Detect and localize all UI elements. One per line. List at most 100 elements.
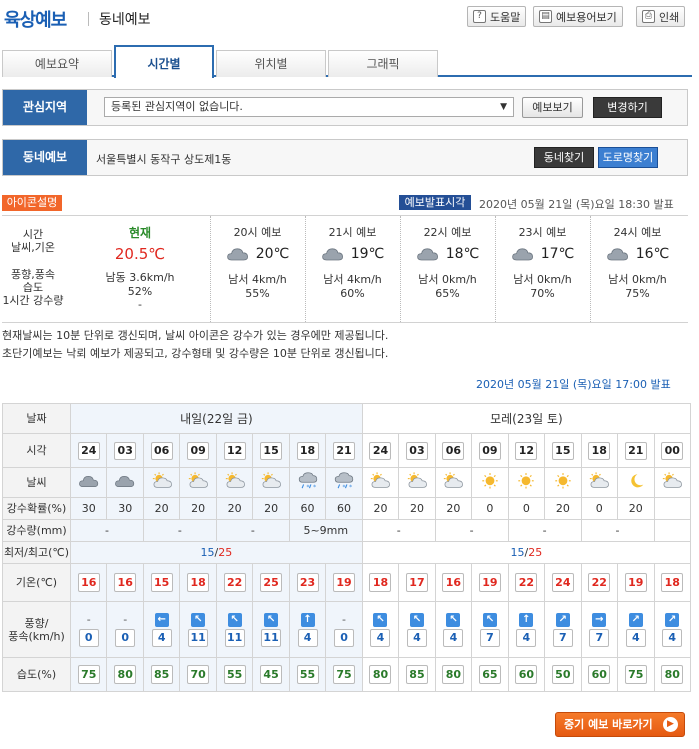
weather-cell	[580, 467, 619, 498]
svg-text:*: *	[349, 485, 352, 490]
row-label: 기온(℃)	[2, 563, 71, 602]
partly-cloudy-icon	[663, 472, 683, 488]
wind-arrow-icon: ↗	[628, 612, 643, 627]
humid-cell: 60	[507, 657, 546, 692]
svg-text:*: *	[313, 485, 316, 490]
temp-cell: 19	[325, 563, 363, 602]
icon-description-button[interactable]: 아이콘설명	[2, 195, 62, 211]
humid-cell: 45	[252, 657, 290, 692]
print-button[interactable]: ⎙ 인쇄	[636, 6, 686, 27]
wind-cell: ↗ 7	[544, 601, 582, 658]
temp-cell: 16	[434, 563, 473, 602]
time-cell: 03	[106, 433, 144, 468]
wind-cell: ↖ 4	[398, 601, 436, 658]
pop-cell: 0	[580, 497, 619, 520]
partly-cloudy-icon	[225, 472, 245, 488]
partly-cloudy-icon	[371, 472, 391, 488]
tab-summary[interactable]: 예보요약	[2, 50, 112, 77]
time-cell: 09	[471, 433, 509, 468]
pop-cell: 20	[179, 497, 217, 520]
temp-cell: 19	[617, 563, 655, 602]
temp-cell: 22	[507, 563, 546, 602]
rain-cell: -	[70, 519, 144, 542]
sunny-icon	[555, 473, 571, 489]
short-forecast-panel: 시간 날씨,기온 풍향,풍속 습도 1시간 강수량 현재 20.5℃ 남동 3.…	[2, 215, 688, 323]
issue-time: 2020년 05월 21일 (목)요일 18:30 발표	[479, 198, 674, 211]
temp-cell: 19	[471, 563, 509, 602]
chevron-right-icon: ▶	[663, 717, 678, 732]
temp-cell: 22	[215, 563, 254, 602]
help-button[interactable]: ? 도움말	[467, 6, 527, 27]
humid-cell: 80	[653, 657, 691, 692]
time-cell: 09	[179, 433, 217, 468]
road-name-button[interactable]: 도로명찾기	[598, 147, 658, 168]
time-cell: 03	[398, 433, 436, 468]
weather-cell	[471, 467, 509, 498]
weather-cell	[544, 467, 582, 498]
weather-cell	[179, 467, 217, 498]
weather-cell	[361, 467, 400, 498]
find-town-button[interactable]: 동네찾기	[534, 147, 594, 168]
pop-cell: 0	[507, 497, 546, 520]
weather-cell: * *	[288, 467, 327, 498]
weather-cell: * *	[325, 467, 363, 498]
cloudy-icon	[78, 476, 98, 488]
time-cell: 12	[507, 433, 546, 468]
region-select[interactable]: 등록된 관심지역이 없습니다. ▼	[104, 97, 514, 117]
temp-cell: 16	[106, 563, 144, 602]
day-header: 내일(22일 금)	[70, 403, 363, 434]
temp-cell: 24	[544, 563, 582, 602]
time-cell: 06	[142, 433, 181, 468]
hourly-forecast-col: 21시 예보 19℃ 남서 4km/h 60%	[305, 216, 399, 322]
wind-cell: -0	[325, 601, 363, 658]
tab-hourly[interactable]: 시간별	[114, 45, 214, 78]
mid-term-forecast-button[interactable]: 중기 예보 바로가기 ▶	[555, 712, 685, 737]
wind-cell: ↖ 4	[361, 601, 400, 658]
partly-cloudy-icon	[444, 472, 464, 488]
tab-graphic[interactable]: 그래픽	[328, 50, 438, 77]
short-forecast-labels: 시간 날씨,기온 풍향,풍속 습도 1시간 강수량	[2, 228, 64, 307]
temp-cell: 18	[653, 563, 691, 602]
pop-cell: 20	[434, 497, 473, 520]
wind-arrow-icon: →	[592, 612, 607, 627]
hourly-forecast-col: 20시 예보 20℃ 남서 4km/h 55%	[210, 216, 304, 322]
time-cell: 12	[215, 433, 254, 468]
wind-cell: ↖ 11	[252, 601, 290, 658]
wind-cell: ↑ 4	[507, 601, 546, 658]
tab-location[interactable]: 위치별	[216, 50, 326, 77]
pop-cell	[653, 497, 691, 520]
humid-cell: 75	[617, 657, 655, 692]
region-label: 관심지역	[3, 90, 87, 125]
humid-cell: 50	[544, 657, 582, 692]
note-line: 초단기예보는 낙뢰 예보가 제공되고, 강수형태 및 강수량은 10분 단위로 …	[2, 347, 389, 360]
grid-issue-time: 2020년 05월 21일 (목)요일 17:00 발표	[476, 378, 671, 391]
pop-cell: 20	[252, 497, 290, 520]
temp-cell: 23	[288, 563, 327, 602]
weather-cell	[617, 467, 655, 498]
time-cell: 18	[288, 433, 327, 468]
rain-cell: 5~9mm	[288, 519, 363, 542]
book-icon: ▤	[539, 10, 552, 23]
sunny-icon	[482, 473, 498, 489]
rain-cell: -	[434, 519, 509, 542]
hourly-forecast-col: 22시 예보 18℃ 남서 0km/h 65%	[400, 216, 494, 322]
time-cell: 18	[580, 433, 619, 468]
partly-cloudy-icon	[407, 472, 427, 488]
wind-cell: -0	[69, 601, 108, 658]
wind-arrow-icon: ↖	[227, 612, 242, 627]
pop-cell: 20	[544, 497, 582, 520]
partly-cloudy-icon	[152, 472, 172, 488]
wind-arrow-icon: ↖	[373, 612, 388, 627]
temp-cell: 18	[361, 563, 400, 602]
temp-cell: 16	[69, 563, 108, 602]
terms-button[interactable]: ▤ 예보용어보기	[533, 6, 623, 27]
wind-cell: -0	[106, 601, 144, 658]
change-button[interactable]: 변경하기	[593, 97, 662, 118]
view-forecast-button[interactable]: 예보보기	[522, 97, 583, 118]
cloudy-icon	[115, 476, 135, 488]
pop-cell: 30	[69, 497, 108, 520]
town-label: 동네예보	[3, 140, 87, 175]
weather-cell	[142, 467, 181, 498]
weather-cell	[106, 467, 144, 498]
wind-cell: ↖ 7	[471, 601, 509, 658]
